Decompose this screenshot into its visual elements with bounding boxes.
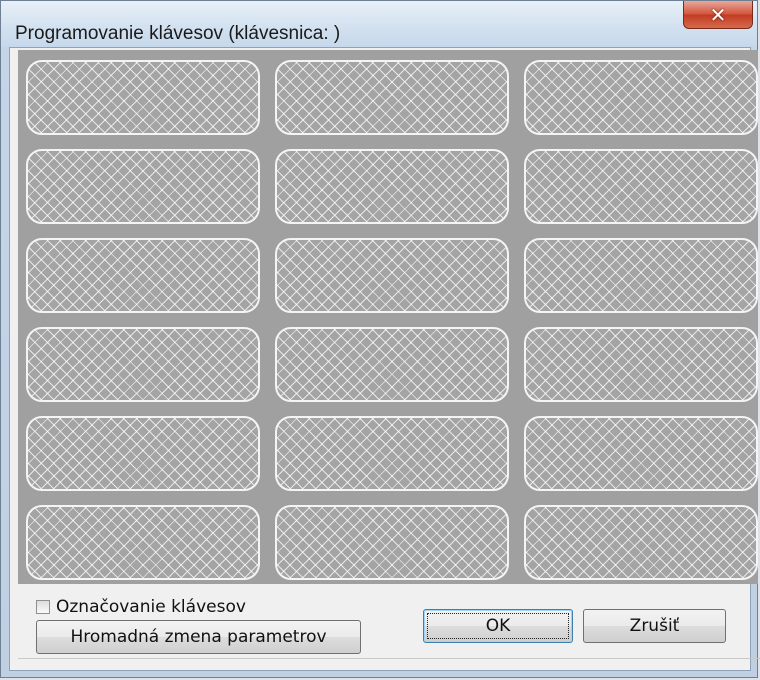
close-icon: ✕ — [709, 2, 727, 27]
title-bar[interactable]: Programovanie klávesov (klávesnica: ) ✕ — [1, 1, 757, 47]
mark-keys-checkbox[interactable] — [36, 600, 50, 614]
window-title: Programovanie klávesov (klávesnica: ) — [15, 23, 341, 44]
programmable-key[interactable] — [524, 327, 758, 402]
programmable-key[interactable] — [26, 416, 260, 491]
programmable-key[interactable] — [524, 238, 758, 313]
programmable-key[interactable] — [524, 149, 758, 224]
mark-keys-label: Označovanie klávesov — [56, 597, 246, 617]
programmable-key[interactable] — [524, 505, 758, 580]
dialog-window: Programovanie klávesov (klávesnica: ) ✕ … — [0, 0, 760, 678]
ok-button-label: OK — [485, 616, 511, 636]
close-button[interactable]: ✕ — [683, 1, 753, 29]
programmable-key[interactable] — [275, 505, 509, 580]
programmable-key[interactable] — [275, 60, 509, 135]
ok-button[interactable]: OK — [423, 609, 573, 643]
programmable-key[interactable] — [26, 149, 260, 224]
bottom-divider — [18, 658, 760, 659]
programmable-key[interactable] — [524, 416, 758, 491]
bulk-change-button[interactable]: Hromadná zmena parametrov — [36, 620, 361, 654]
dialog-client-area: Označovanie klávesov Hromadná zmena para… — [9, 47, 760, 671]
programmable-key[interactable] — [26, 60, 260, 135]
programmable-key[interactable] — [26, 238, 260, 313]
programmable-key[interactable] — [275, 327, 509, 402]
mark-keys-checkbox-row[interactable]: Označovanie klávesov — [36, 597, 246, 617]
programmable-key[interactable] — [275, 238, 509, 313]
programmable-key[interactable] — [275, 149, 509, 224]
cancel-button[interactable]: Zrušiť — [583, 609, 726, 643]
key-grid — [18, 50, 758, 584]
programmable-key[interactable] — [26, 505, 260, 580]
programmable-key[interactable] — [524, 60, 758, 135]
programmable-key[interactable] — [275, 416, 509, 491]
programmable-key[interactable] — [26, 327, 260, 402]
